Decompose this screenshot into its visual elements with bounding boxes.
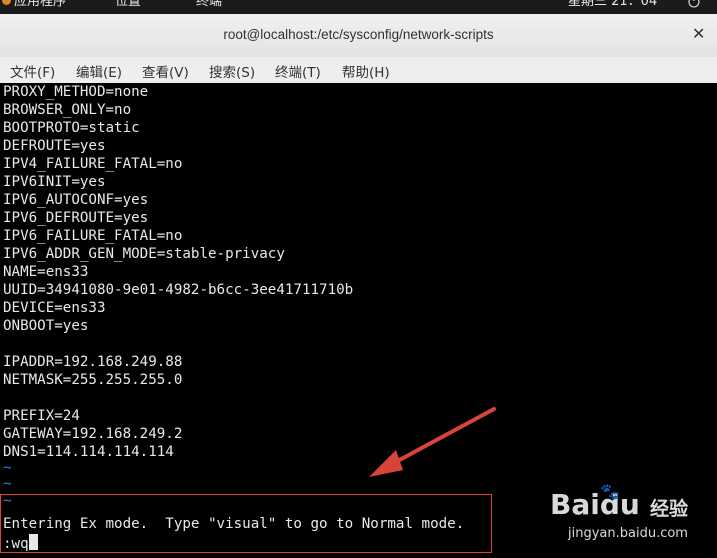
paw-icon: 🐾 [600, 482, 620, 501]
watermark-brand: Baidu [550, 488, 640, 521]
watermark-word: 经验 [650, 498, 689, 520]
watermark-url: jingyan.baidu.com [568, 526, 688, 541]
baidu-watermark: Baidu 🐾 经验 jingyan.baidu.com [546, 478, 716, 558]
annotation-arrow-icon [369, 407, 496, 477]
